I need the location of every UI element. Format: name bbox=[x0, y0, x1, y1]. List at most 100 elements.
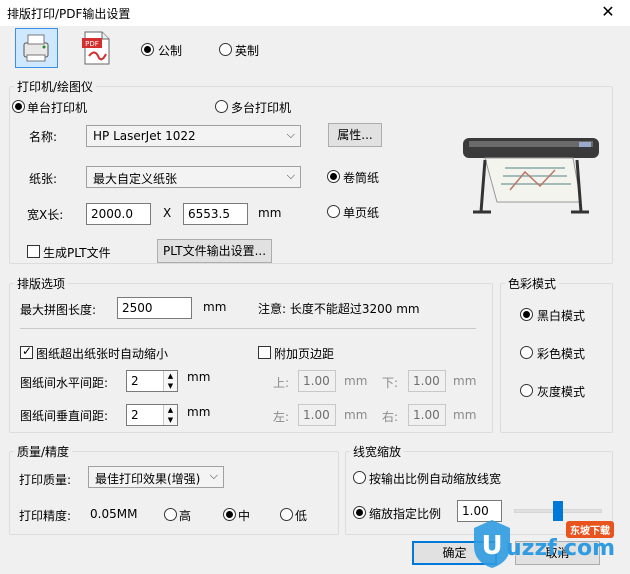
chevron-down-icon: ⌵ bbox=[286, 169, 295, 182]
bw-mode-radio[interactable] bbox=[520, 308, 533, 321]
size-label: 宽X长: bbox=[27, 208, 64, 222]
single-printer-radio[interactable] bbox=[12, 100, 25, 113]
spin-up-icon[interactable]: ▲ bbox=[164, 371, 177, 381]
printer-name-label: 名称: bbox=[29, 130, 58, 144]
metric-radio[interactable] bbox=[141, 43, 154, 56]
chevron-down-icon: ⌵ bbox=[286, 128, 295, 141]
layout-divider bbox=[20, 328, 476, 329]
sheet-paper-radio[interactable] bbox=[327, 205, 340, 218]
max-length-label: 最大拼图长度: bbox=[20, 303, 97, 317]
paper-label: 纸张: bbox=[29, 172, 58, 186]
max-length-input[interactable]: 2500 bbox=[117, 297, 192, 319]
precision-low-radio[interactable] bbox=[280, 508, 293, 521]
precision-low-label: 低 bbox=[295, 509, 308, 523]
margin-bottom-label: 下: bbox=[382, 376, 399, 390]
multi-printer-radio[interactable] bbox=[215, 100, 228, 113]
margin-right-input[interactable]: 1.00 bbox=[408, 404, 446, 426]
plt-settings-button[interactable]: PLT文件输出设置... bbox=[157, 239, 272, 263]
close-icon[interactable]: ✕ bbox=[598, 2, 618, 22]
printer-name-select[interactable]: HP LaserJet 1022 ⌵ bbox=[86, 125, 301, 147]
margin-right-unit: mm bbox=[453, 408, 477, 422]
plotter-image bbox=[463, 138, 599, 214]
spin-down-icon[interactable]: ▼ bbox=[164, 381, 177, 391]
imperial-label: 英制 bbox=[235, 44, 260, 58]
print-quality-value: 最佳打印效果(增强) bbox=[95, 472, 201, 486]
window-title: 排版打印/PDF输出设置 bbox=[7, 7, 131, 21]
margin-left-unit: mm bbox=[344, 408, 368, 422]
paper-width-input[interactable]: 2000.0 bbox=[86, 203, 151, 225]
precision-label: 打印精度: bbox=[19, 509, 72, 523]
size-unit-label: mm bbox=[258, 206, 282, 220]
printer-group-legend: 打印机/绘图仪 bbox=[14, 78, 97, 95]
sheet-paper-label: 单页纸 bbox=[343, 206, 380, 220]
print-quality-label: 打印质量: bbox=[19, 473, 72, 487]
plt-checkbox[interactable] bbox=[27, 245, 40, 258]
spin-down-icon[interactable]: ▼ bbox=[164, 415, 177, 425]
paper-select[interactable]: 最大自定义纸张 ⌵ bbox=[86, 166, 301, 188]
margin-left-label: 左: bbox=[273, 410, 290, 424]
pdf-mode-button[interactable]: PDF bbox=[75, 28, 118, 68]
margin-checkbox[interactable] bbox=[258, 346, 271, 359]
max-length-unit: mm bbox=[203, 300, 227, 314]
margin-top-unit: mm bbox=[344, 374, 368, 388]
max-length-note: 注意: 长度不能超过3200 mm bbox=[258, 302, 420, 316]
auto-shrink-label: 图纸超出纸张时自动缩小 bbox=[36, 347, 169, 361]
v-gap-input[interactable]: 2 ▲ ▼ bbox=[126, 404, 178, 426]
margin-top-input[interactable]: 1.00 bbox=[298, 370, 336, 392]
roll-paper-radio[interactable] bbox=[327, 170, 340, 183]
layout-group-legend: 排版选项 bbox=[14, 275, 69, 292]
h-gap-value: 2 bbox=[131, 374, 139, 388]
v-gap-label: 图纸间垂直间距: bbox=[20, 409, 109, 423]
margin-top-label: 上: bbox=[273, 376, 290, 390]
single-printer-label: 单台打印机 bbox=[27, 101, 88, 115]
color-mode-label: 彩色模式 bbox=[537, 347, 586, 361]
precision-high-label: 高 bbox=[179, 509, 192, 523]
h-gap-label: 图纸间水平间距: bbox=[20, 376, 109, 390]
chevron-down-icon: ⌵ bbox=[209, 469, 218, 482]
auto-shrink-checkbox[interactable] bbox=[20, 344, 33, 359]
paper-value: 最大自定义纸张 bbox=[93, 172, 178, 186]
multi-printer-label: 多台打印机 bbox=[231, 101, 292, 115]
printer-properties-button[interactable]: 属性... bbox=[328, 123, 382, 147]
h-gap-spinner[interactable]: ▲ ▼ bbox=[163, 371, 177, 391]
margin-left-input[interactable]: 1.00 bbox=[298, 404, 336, 426]
precision-mid-radio[interactable] bbox=[223, 508, 236, 521]
v-gap-spinner[interactable]: ▲ ▼ bbox=[163, 405, 177, 425]
margin-right-label: 右: bbox=[382, 410, 399, 424]
pdf-icon: PDF bbox=[82, 31, 110, 65]
color-group-legend: 色彩模式 bbox=[505, 275, 560, 292]
gray-mode-label: 灰度模式 bbox=[537, 385, 586, 399]
print-quality-select[interactable]: 最佳打印效果(增强) ⌵ bbox=[88, 466, 224, 488]
h-gap-unit: mm bbox=[187, 370, 211, 384]
title-bar: 排版打印/PDF输出设置 ✕ bbox=[0, 0, 630, 26]
precision-high-radio[interactable] bbox=[164, 508, 177, 521]
roll-paper-label: 卷筒纸 bbox=[343, 171, 380, 185]
watermark-logo: U 东坡下载 uzzf.com bbox=[466, 518, 628, 572]
gray-mode-radio[interactable] bbox=[520, 384, 533, 397]
precision-mid-label: 中 bbox=[238, 509, 251, 523]
margin-bottom-input[interactable]: 1.00 bbox=[408, 370, 446, 392]
auto-linewidth-label: 按输出比例自动缩放线宽 bbox=[369, 472, 502, 486]
fixed-linewidth-radio[interactable] bbox=[353, 506, 366, 519]
printer-icon bbox=[23, 34, 49, 62]
bw-mode-label: 黑白模式 bbox=[537, 309, 586, 323]
v-gap-value: 2 bbox=[131, 408, 139, 422]
watermark-brand: uzzf.com bbox=[506, 536, 616, 561]
auto-linewidth-radio[interactable] bbox=[353, 471, 366, 484]
margin-label: 附加页边距 bbox=[274, 347, 335, 361]
h-gap-input[interactable]: 2 ▲ ▼ bbox=[126, 370, 178, 392]
size-x-label: X bbox=[163, 206, 172, 220]
printer-mode-button[interactable] bbox=[15, 28, 58, 68]
printer-name-value: HP LaserJet 1022 bbox=[93, 129, 196, 143]
svg-text:PDF: PDF bbox=[85, 40, 99, 48]
color-mode-radio[interactable] bbox=[520, 346, 533, 359]
svg-text:U: U bbox=[481, 531, 502, 561]
linewidth-group-legend: 线宽缩放 bbox=[350, 443, 405, 460]
paper-length-input[interactable]: 6553.5 bbox=[183, 203, 248, 225]
spin-up-icon[interactable]: ▲ bbox=[164, 405, 177, 415]
quality-group-legend: 质量/精度 bbox=[14, 443, 73, 460]
imperial-radio[interactable] bbox=[219, 43, 232, 56]
fixed-linewidth-label: 缩放指定比例 bbox=[369, 507, 442, 521]
margin-bottom-unit: mm bbox=[453, 374, 477, 388]
precision-value: 0.05MM bbox=[90, 507, 138, 521]
